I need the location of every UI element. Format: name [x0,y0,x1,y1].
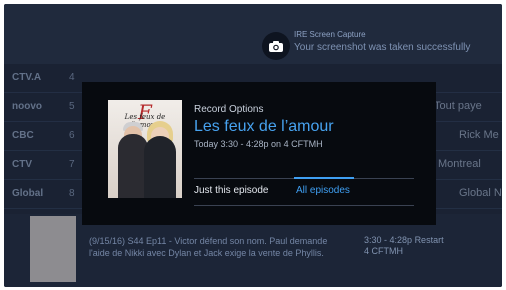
program-time: 3:30 - 4:28p [364,235,413,245]
camera-icon [262,32,290,60]
channel-number: 5 [69,101,75,112]
program-channel: 4 CFTMH [364,246,403,256]
restart-label[interactable]: Restart [415,235,444,245]
program-title: Global N [459,187,502,199]
program-title: Tout paye [434,100,482,112]
channel-number: 4 [69,72,75,83]
channel-number: 8 [69,188,75,199]
channel-logo: CTV [12,159,32,170]
program-time-info: 3:30 - 4:28p Restart 4 CFTMH [364,235,444,257]
selection-indicator [294,177,354,179]
program-title: Montreal [438,158,481,170]
record-options-dialog: F Les feux de l'amour Record Options Les… [82,82,436,225]
channel-logo: CBC [12,130,34,141]
program-title: Rick Me [459,129,499,141]
show-title: Les feux de l’amour [194,118,334,135]
record-options: Just this episode All episodes [194,177,414,206]
option-just-this-episode[interactable]: Just this episode [194,185,269,196]
option-all-episodes[interactable]: All episodes [296,185,350,196]
channel-logo: Global [12,188,44,199]
dialog-label: Record Options [194,104,264,115]
toast-title: IRE Screen Capture [294,30,366,39]
channel-number: 7 [69,159,75,170]
channel-number: 6 [69,130,75,141]
toast-message: Your screenshot was taken successfully [294,42,471,53]
channel-logo: noovo [12,101,42,112]
channel-logo: CTV.A [12,72,42,83]
show-poster: F Les feux de l'amour [108,100,182,198]
program-thumbnail [30,216,76,282]
top-bar: IRE Screen Capture Your screenshot was t… [4,4,502,64]
tv-screen: CTV.A 4 noovo 5 Tout paye CBC 6 Rick Me … [4,4,502,287]
program-description: (9/15/16) S44 Ep11 - Victor défend son n… [89,236,328,258]
airing-info: Today 3:30 - 4:28p on 4 CFTMH [194,139,323,149]
